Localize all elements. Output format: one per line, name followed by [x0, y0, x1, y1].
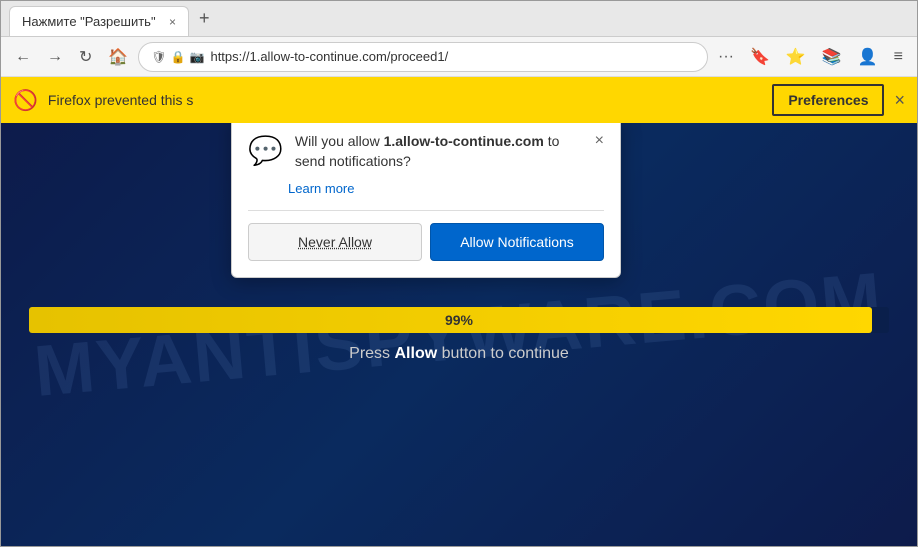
star-button[interactable]: ⭐ [780, 43, 812, 71]
library-button[interactable]: 📚 [816, 43, 848, 71]
tab-title: Нажмите "Разрешить" [22, 14, 156, 29]
popup-header: 💬 Will you allow 1.allow-to-continue.com… [248, 132, 604, 171]
press-allow-bold: Allow [395, 345, 438, 362]
notification-popup: 💬 Will you allow 1.allow-to-continue.com… [231, 123, 621, 278]
arrow-pointer: ➤ [157, 545, 209, 546]
more-button[interactable]: ··· [712, 43, 740, 71]
popup-message-icon: 💬 [248, 134, 283, 167]
notification-bar-icon: 🚫 [13, 88, 38, 113]
progress-section: 99% Press Allow button to continue [29, 307, 889, 363]
press-text-before: Press [349, 345, 394, 362]
learn-more-link[interactable]: Learn more [288, 181, 604, 196]
notification-bar-text: Firefox prevented this s [48, 92, 762, 108]
popup-domain: 1.allow-to-continue.com [384, 133, 544, 149]
camera-icon: 📷 [190, 50, 205, 64]
tab-close-icon[interactable]: × [169, 15, 176, 29]
main-content: MYANTISPYWARE.COM 💬 Will you allow 1.all… [1, 123, 917, 546]
notification-bar: 🚫 Firefox prevented this s Preferences × [1, 77, 917, 123]
lock-icon: 🔒 [171, 50, 186, 64]
preferences-button[interactable]: Preferences [772, 84, 884, 116]
home-button[interactable]: 🏠 [102, 43, 134, 71]
bookmark-button[interactable]: 🔖 [744, 43, 776, 71]
popup-question-before: Will you allow [295, 133, 384, 149]
popup-title: Will you allow 1.allow-to-continue.com t… [295, 132, 583, 171]
allow-notifications-button[interactable]: Allow Notifications [430, 223, 604, 261]
menu-button[interactable]: ≡ [888, 43, 909, 71]
reload-button[interactable]: ↻ [73, 43, 98, 71]
new-tab-button[interactable]: + [189, 2, 220, 35]
progress-label: 99% [445, 312, 473, 328]
never-allow-button[interactable]: Never Allow [248, 223, 422, 261]
notification-bar-close-button[interactable]: × [894, 90, 905, 111]
popup-buttons: Never Allow Allow Notifications [248, 210, 604, 261]
tab-bar: Нажмите "Разрешить" × + [1, 1, 917, 37]
forward-button[interactable]: → [41, 44, 69, 70]
security-icons: 🛡 🔒 📷 [151, 50, 204, 64]
popup-close-button[interactable]: × [595, 132, 604, 150]
back-button[interactable]: ← [9, 44, 37, 70]
sync-button[interactable]: 👤 [852, 43, 884, 71]
browser-window: Нажмите "Разрешить" × + ← → ↻ 🏠 🛡 🔒 📷 ht… [0, 0, 918, 547]
toolbar-right: ··· 🔖 ⭐ 📚 👤 ≡ [712, 43, 909, 71]
progress-bar-container: 99% [29, 307, 889, 333]
press-text-after: button to continue [437, 345, 569, 362]
shield-icon: 🛡 [151, 50, 166, 64]
browser-tab[interactable]: Нажмите "Разрешить" × [9, 6, 189, 36]
toolbar: ← → ↻ 🏠 🛡 🔒 📷 https://1.allow-to-continu… [1, 37, 917, 77]
address-text: https://1.allow-to-continue.com/proceed1… [210, 49, 695, 64]
press-text: Press Allow button to continue [349, 345, 569, 363]
address-bar[interactable]: 🛡 🔒 📷 https://1.allow-to-continue.com/pr… [138, 42, 708, 72]
